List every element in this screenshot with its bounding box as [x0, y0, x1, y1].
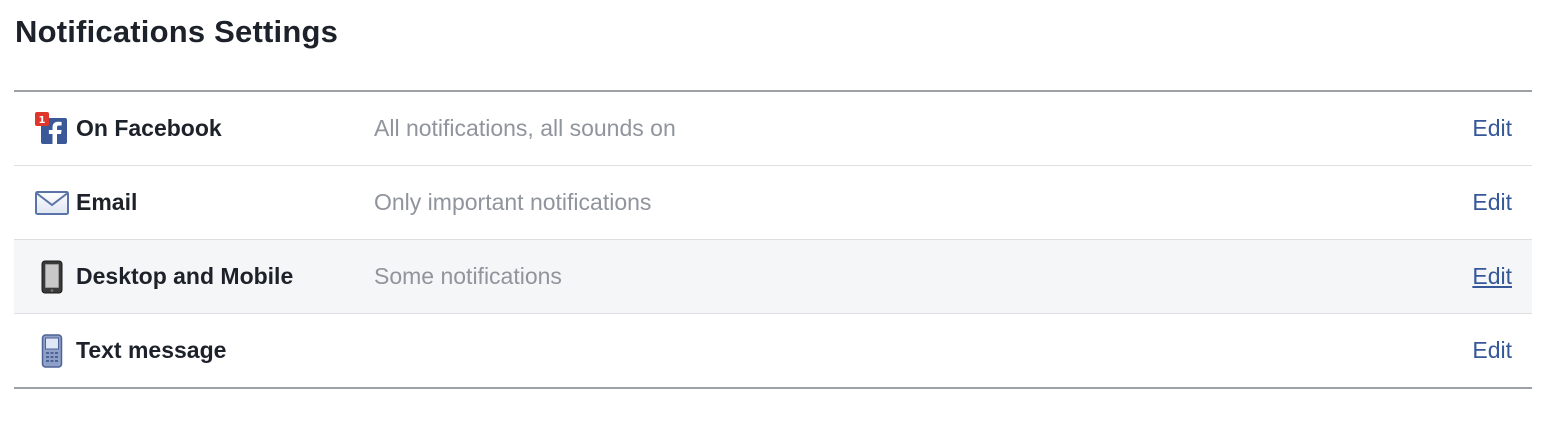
row-value: Only important notifications — [374, 189, 652, 215]
row-value: Some notifications — [374, 263, 562, 289]
facebook-notification-icon: 1 — [34, 111, 70, 147]
settings-row-on-facebook[interactable]: 1 On Facebook All notifications, all sou… — [14, 92, 1532, 166]
edit-text-message-link[interactable]: Edit — [1472, 337, 1512, 364]
page-title: Notifications Settings — [15, 14, 339, 49]
row-label: Text message — [76, 337, 227, 363]
row-label: On Facebook — [76, 115, 222, 141]
settings-row-email[interactable]: Email Only important notifications Edit — [14, 166, 1532, 240]
edit-on-facebook-link[interactable]: Edit — [1472, 115, 1512, 142]
mobile-phone-icon — [34, 259, 70, 295]
settings-row-text-message[interactable]: Text message Edit — [14, 314, 1532, 387]
row-label: Email — [76, 189, 138, 215]
text-message-phone-icon — [34, 333, 70, 369]
edit-email-link[interactable]: Edit — [1472, 189, 1512, 216]
notification-settings-table: 1 On Facebook All notifications, all sou… — [14, 90, 1532, 389]
edit-desktop-and-mobile-link[interactable]: Edit — [1472, 263, 1512, 290]
row-label: Desktop and Mobile — [76, 263, 294, 289]
row-value: All notifications, all sounds on — [374, 115, 676, 141]
envelope-icon — [34, 185, 70, 221]
settings-row-desktop-and-mobile[interactable]: Desktop and Mobile Some notifications Ed… — [14, 240, 1532, 314]
svg-text:1: 1 — [39, 115, 46, 126]
